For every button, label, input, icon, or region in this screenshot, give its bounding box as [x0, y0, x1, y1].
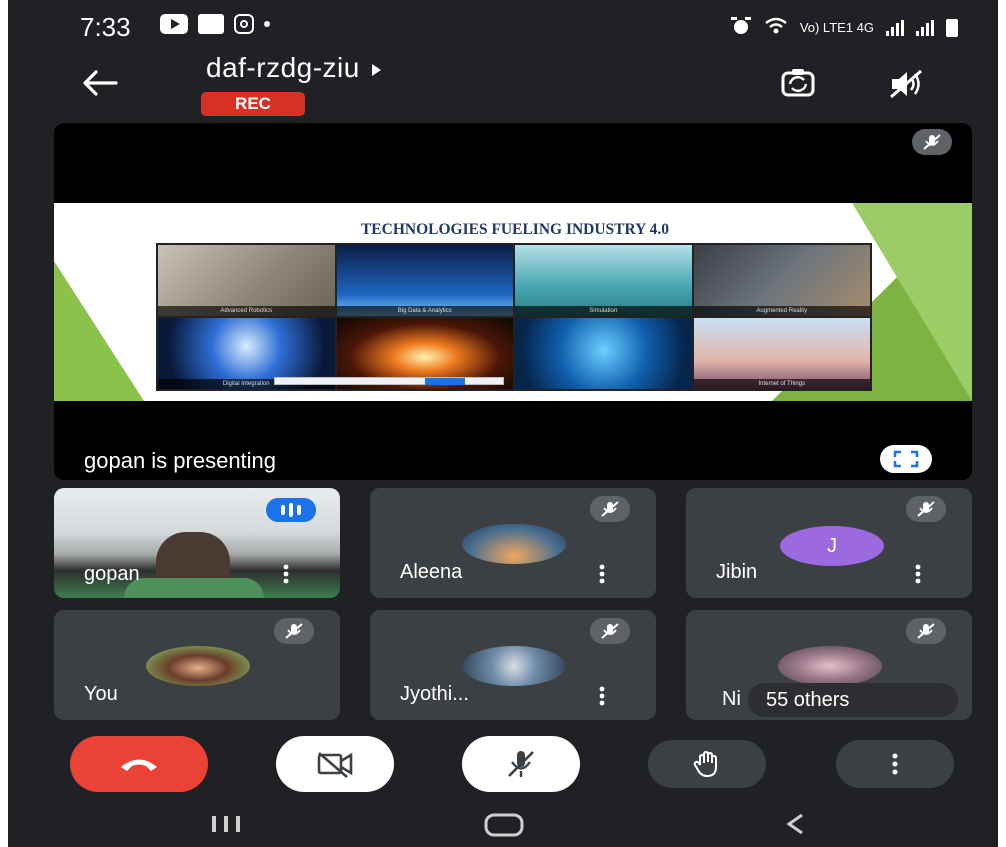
presentation-panel[interactable]: TECHNOLOGIES FUELING INDUSTRY 4.0 Advanc… [54, 123, 972, 480]
camera-video-feed [124, 578, 264, 598]
network-type-label: Vo) LTE1 4G [799, 20, 874, 35]
status-bar: 7:33 Vo) LTE1 4G [8, 0, 998, 50]
camera-off-icon [317, 752, 353, 778]
play-triangle-icon [371, 63, 381, 76]
notification-icons [160, 14, 270, 34]
participant-name: Jibin [716, 561, 758, 583]
back-nav-icon[interactable] [780, 810, 810, 838]
mic-off-icon [590, 496, 630, 522]
technology-image-grid: Advanced Robotics Big Data & Analytics S… [156, 243, 872, 391]
message-icon [198, 14, 224, 34]
stop-sharing-button [425, 378, 465, 385]
tile-caption: Big Data & Analytics [336, 306, 513, 316]
alarm-icon [730, 16, 752, 39]
fullscreen-button[interactable] [880, 445, 932, 473]
more-notifications-dot [264, 21, 270, 27]
screen-share-banner [274, 377, 504, 385]
participant-name: gopan [84, 563, 140, 585]
camera-toggle-button[interactable] [276, 736, 394, 792]
speaking-indicator-icon [266, 498, 316, 522]
system-navigation-bar [8, 800, 998, 847]
youtube-icon [160, 14, 188, 34]
avatar-initial: J [780, 526, 884, 566]
instagram-icon [234, 14, 254, 34]
signal-icon-2 [916, 19, 934, 36]
avatar [146, 646, 250, 686]
mic-toggle-button[interactable] [462, 736, 580, 792]
more-vert-icon[interactable] [590, 684, 614, 708]
meeting-title[interactable]: daf-rzdg-ziu [206, 52, 381, 84]
robotics-image: Advanced Robotics [158, 245, 335, 316]
slide-title: TECHNOLOGIES FUELING INDUSTRY 4.0 [360, 221, 670, 238]
participant-name-partial: Ni [722, 688, 741, 710]
participant-name: You [84, 683, 118, 705]
simulation-image: Simulation [515, 245, 692, 316]
shared-slide: TECHNOLOGIES FUELING INDUSTRY 4.0 Advanc… [54, 203, 972, 401]
participant-name: Jyothi... [400, 683, 469, 705]
participant-tile-gopan[interactable]: gopan [54, 488, 340, 598]
avatar [462, 646, 566, 686]
meet-screen: 7:33 Vo) LTE1 4G daf-rzdg-ziu REC TECHNO… [8, 0, 998, 847]
tile-caption: Advanced Robotics [158, 306, 335, 316]
mic-off-icon [590, 618, 630, 644]
more-vert-icon [892, 753, 898, 775]
more-vert-icon[interactable] [274, 562, 298, 586]
augmented-reality-image: Augmented Reality [693, 245, 870, 316]
meeting-code: daf-rzdg-ziu [206, 52, 360, 83]
mic-off-icon [274, 618, 314, 644]
cloud-image [515, 318, 692, 389]
hand-icon [693, 751, 717, 777]
tile-caption: Internet of Things [693, 379, 870, 389]
status-time: 7:33 [80, 12, 131, 42]
recent-apps-icon[interactable] [206, 810, 246, 836]
switch-camera-icon[interactable] [778, 66, 818, 100]
home-icon[interactable] [478, 810, 530, 838]
more-options-button[interactable] [836, 740, 954, 788]
presenting-label: gopan is presenting [84, 448, 277, 473]
participant-tile-jibin[interactable]: J Jibin [686, 488, 972, 598]
phone-hangup-icon [121, 759, 157, 771]
speaker-off-icon[interactable] [888, 68, 924, 100]
avatar [778, 646, 882, 686]
mic-off-icon [906, 618, 946, 644]
wifi-icon [764, 17, 788, 38]
signal-icon [886, 19, 904, 36]
participant-tile-you[interactable]: You [54, 610, 340, 720]
rec-badge: REC [201, 92, 305, 116]
big-data-image: Big Data & Analytics [336, 245, 513, 316]
system-icons: Vo) LTE1 4G [730, 16, 958, 39]
avatar [462, 524, 566, 564]
more-vert-icon[interactable] [906, 562, 930, 586]
tile-caption: Simulation [515, 306, 692, 316]
battery-icon [946, 18, 958, 37]
tile-caption: Augmented Reality [693, 306, 870, 316]
mic-off-icon [906, 496, 946, 522]
participant-tile-jyothi[interactable]: Jyothi... [370, 610, 656, 720]
more-vert-icon[interactable] [590, 562, 614, 586]
slide-decoration [54, 261, 144, 401]
participant-tile-aleena[interactable]: Aleena [370, 488, 656, 598]
iot-image: Internet of Things [693, 318, 870, 389]
participant-name: Aleena [400, 561, 463, 583]
raise-hand-button[interactable] [648, 740, 766, 788]
end-call-button[interactable] [70, 736, 208, 792]
mic-off-icon [508, 751, 534, 777]
others-count-chip[interactable]: 55 others [748, 683, 958, 717]
back-arrow-icon[interactable] [80, 68, 120, 98]
mic-off-icon [912, 129, 952, 155]
